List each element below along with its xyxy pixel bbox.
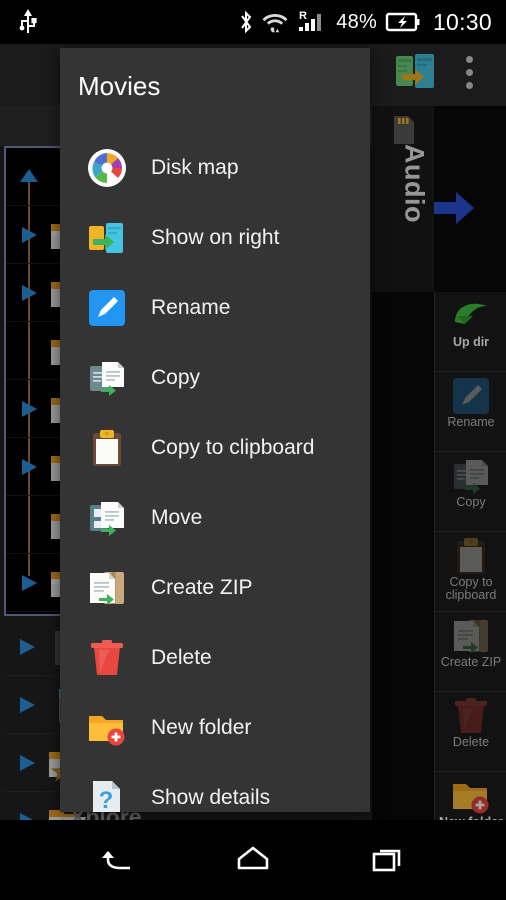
menu-item-label: Create ZIP: [151, 576, 253, 600]
menu-item-rename[interactable]: Rename: [60, 273, 370, 343]
menu-item-label: Copy: [151, 366, 200, 390]
svg-text:R: R: [299, 10, 307, 22]
show-details-icon: ?: [87, 778, 127, 812]
status-bar: R 48% 10:30: [0, 0, 506, 44]
nav-recents-icon[interactable]: [368, 840, 408, 880]
status-bar-right: R 48% 10:30: [239, 9, 506, 36]
menu-item-show-on-right[interactable]: Show on right: [60, 203, 370, 273]
cell-signal-icon: R: [297, 9, 327, 35]
bluetooth-icon: [239, 10, 253, 34]
menu-item-show-details[interactable]: ? Show details: [60, 763, 370, 812]
nav-home-icon[interactable]: [233, 840, 273, 880]
move-icon: [87, 498, 127, 538]
phone-screen: R 48% 10:30: [0, 0, 506, 900]
menu-item-label: Show details: [151, 786, 270, 810]
show-on-right-icon: [87, 218, 127, 258]
svg-text:?: ?: [99, 787, 114, 812]
battery-percent: 48%: [336, 11, 377, 34]
dialog-title: Movies: [78, 71, 160, 102]
usb-icon: [18, 9, 38, 35]
menu-item-label: Delete: [151, 646, 212, 670]
menu-item-disk-map[interactable]: Disk map: [60, 133, 370, 203]
android-nav-bar: [0, 820, 506, 900]
menu-item-label: Move: [151, 506, 202, 530]
wifi-icon: [262, 10, 288, 34]
new-folder-icon: [87, 708, 127, 748]
menu-item-copy[interactable]: Copy: [60, 343, 370, 413]
context-menu-dialog: Movies Disk map Show on right Rename Copy Co…: [60, 48, 370, 812]
menu-item-label: Disk map: [151, 156, 239, 180]
menu-item-copy-to-clipboard[interactable]: Copy to clipboard: [60, 413, 370, 483]
menu-item-create-zip[interactable]: Create ZIP: [60, 553, 370, 623]
clipboard-icon: [87, 428, 127, 468]
status-bar-left: [0, 9, 38, 35]
disk-map-icon: [87, 148, 127, 188]
menu-item-label: Show on right: [151, 226, 279, 250]
clock: 10:30: [433, 9, 492, 36]
menu-item-move[interactable]: Move: [60, 483, 370, 553]
menu-item-label: New folder: [151, 716, 251, 740]
menu-item-label: Rename: [151, 296, 230, 320]
battery-charging-icon: [386, 12, 420, 32]
menu-item-label: Copy to clipboard: [151, 436, 314, 460]
create-zip-icon: [87, 568, 127, 608]
dialog-menu-list: Disk map Show on right Rename Copy Copy to c…: [60, 133, 370, 812]
menu-item-new-folder[interactable]: New folder: [60, 693, 370, 763]
trash-icon: [87, 638, 127, 678]
rename-pencil-icon: [87, 288, 127, 328]
nav-back-icon[interactable]: [100, 840, 140, 880]
copy-icon: [87, 358, 127, 398]
menu-item-delete[interactable]: Delete: [60, 623, 370, 693]
